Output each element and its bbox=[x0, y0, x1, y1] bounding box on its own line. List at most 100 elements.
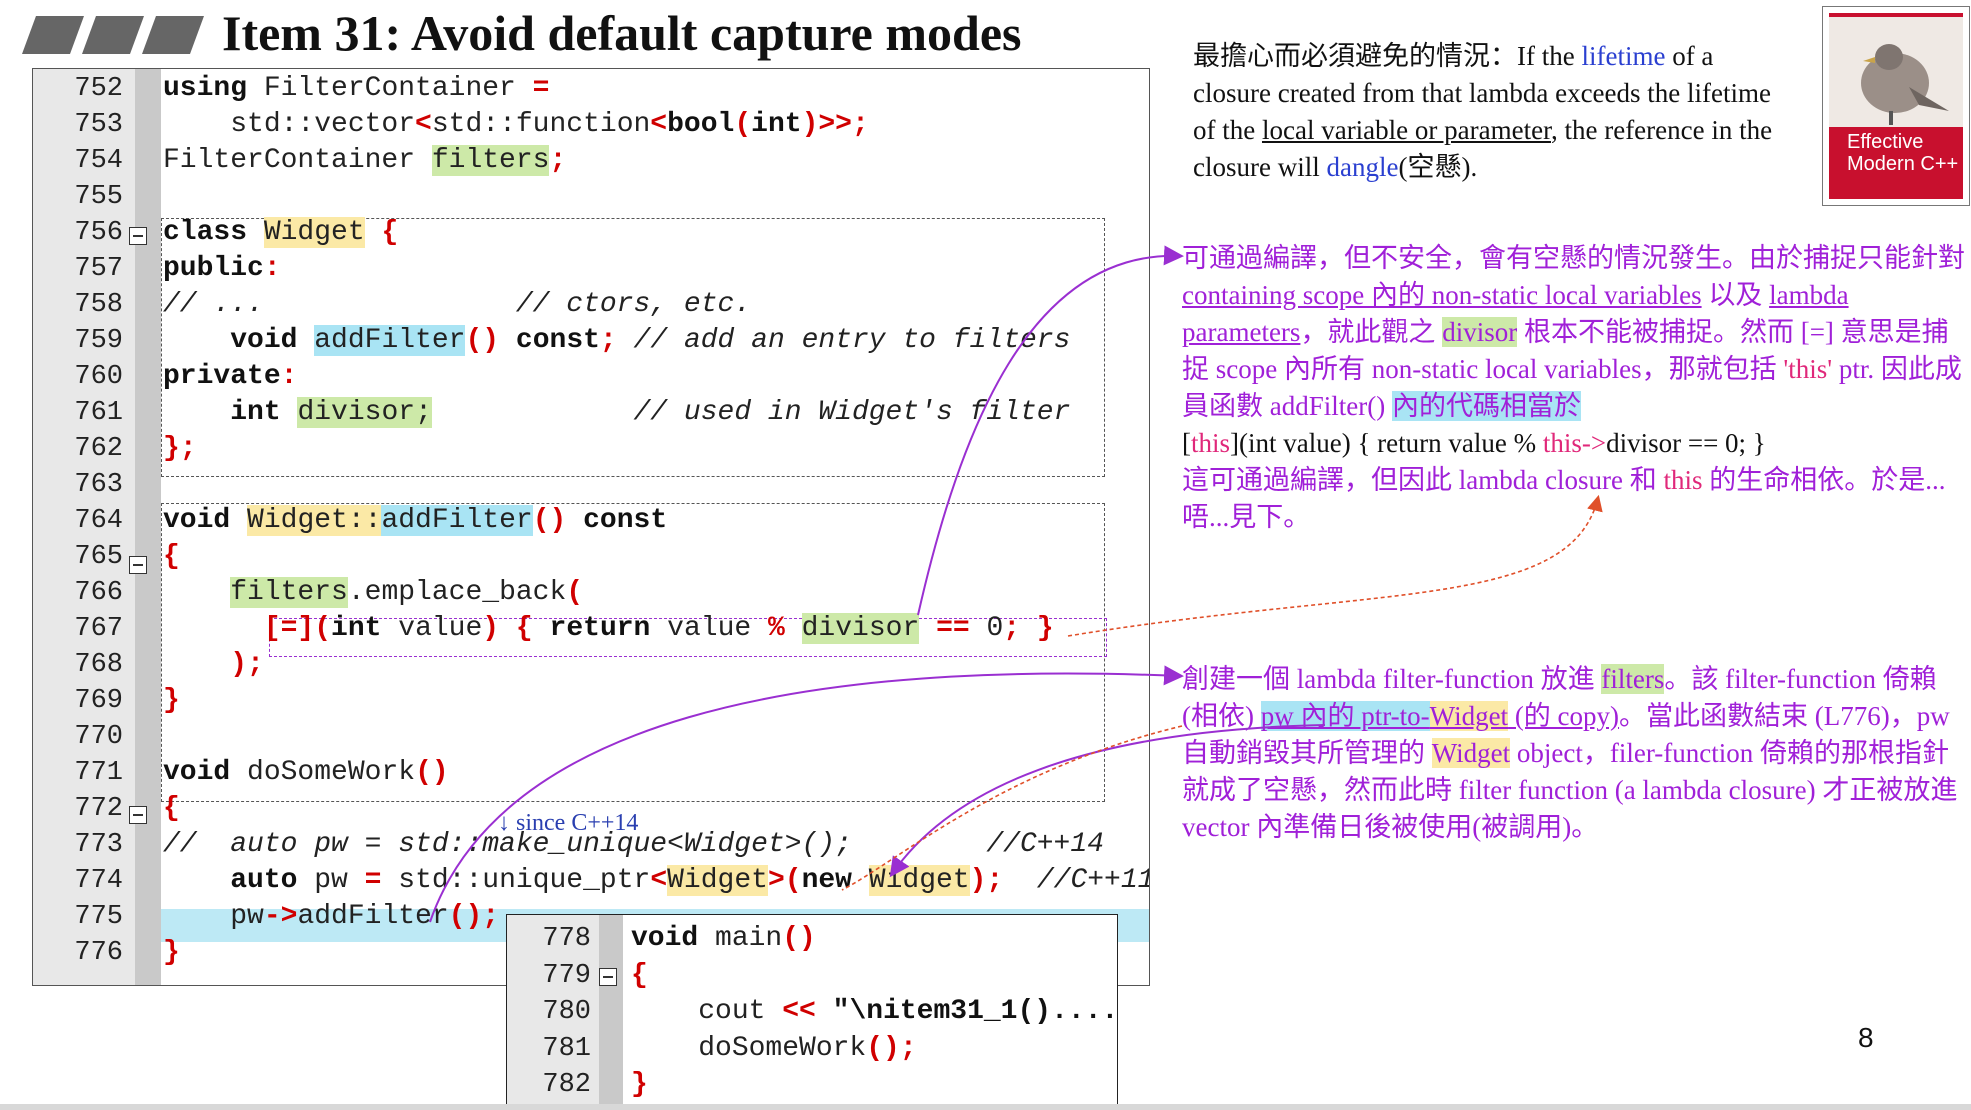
code-line: int divisor; // used in Widget's filter bbox=[163, 395, 1070, 431]
line-number: 753 bbox=[74, 110, 123, 140]
line-number: 781 bbox=[542, 1033, 591, 1064]
note1-this: 'this' bbox=[1783, 354, 1833, 384]
code-token: addFilter bbox=[314, 325, 466, 356]
code-token: public bbox=[163, 253, 264, 284]
book-title-line2: Modern C++ bbox=[1847, 153, 1959, 175]
code-token: bool bbox=[667, 109, 735, 140]
line-number: 761 bbox=[74, 398, 123, 428]
line-number: 773 bbox=[74, 830, 123, 860]
code-token: addFilter bbox=[297, 901, 449, 932]
note1-containing-scope: containing scope 內的 non-static local var… bbox=[1182, 280, 1702, 310]
note2-text-a: 創建一個 lambda filter-function 放進 bbox=[1182, 664, 1602, 694]
note2-filters: filters bbox=[1601, 664, 1665, 694]
bird-illustration bbox=[1829, 17, 1963, 127]
code-token: ; bbox=[599, 325, 617, 356]
line-number: 759 bbox=[74, 326, 123, 356]
note2-copy: (的 copy) bbox=[1508, 701, 1620, 731]
line-number: 752 bbox=[74, 74, 123, 104]
code-token: using bbox=[163, 73, 248, 104]
code-token: (); bbox=[866, 1032, 917, 1064]
code-token: } bbox=[631, 1069, 648, 1100]
note1-text-l: 這可通過編譯，但因此 lambda closure 和 bbox=[1182, 465, 1664, 495]
code-token: pw bbox=[163, 901, 264, 932]
line-number: 763 bbox=[74, 470, 123, 500]
note1-text-a: 可通過編譯，但不安全，會有空懸的情況發生。由於捕捉只能針對 bbox=[1182, 243, 1965, 273]
code-token: value bbox=[650, 613, 768, 644]
note1-divisor: divisor bbox=[1442, 317, 1518, 347]
note1-code-open: [ bbox=[1182, 428, 1191, 458]
intro-lifetime: lifetime bbox=[1581, 41, 1666, 71]
code-line: private: bbox=[163, 359, 297, 395]
code-token: //C++11 bbox=[1003, 865, 1150, 896]
code-token: )>>; bbox=[801, 109, 869, 140]
code-token: std::function bbox=[431, 109, 651, 140]
code-line: } bbox=[163, 683, 180, 719]
main-code-panel: 778 void main() 779 {780 cout << "\nitem31_… bbox=[506, 914, 1118, 1110]
code-token: } bbox=[1036, 613, 1054, 644]
code-line: void addFilter() const; // add an entry … bbox=[163, 323, 1070, 359]
line-number: 774 bbox=[74, 866, 123, 896]
code-token: int bbox=[751, 109, 802, 140]
slide-title: Item 31: Avoid default capture modes bbox=[222, 5, 1022, 61]
code-token: { bbox=[631, 959, 648, 991]
code-token: () bbox=[782, 923, 816, 954]
code-line: auto pw = std::unique_ptr<Widget>(new Wi… bbox=[163, 863, 1150, 899]
fold-toggle-756[interactable] bbox=[129, 227, 147, 245]
note1-this-2: this bbox=[1663, 465, 1703, 495]
code-token: () bbox=[532, 505, 567, 536]
code-line: // ... // ctors, etc. bbox=[163, 287, 751, 323]
fold-toggle-772[interactable] bbox=[129, 806, 147, 824]
book-title-line1: Effective bbox=[1847, 131, 1924, 153]
line-number: 780 bbox=[542, 997, 591, 1027]
code-line: public: bbox=[163, 251, 281, 287]
code-token: void bbox=[631, 923, 699, 954]
code-token: value bbox=[381, 613, 483, 644]
line-number: 764 bbox=[74, 506, 123, 536]
main-fold-margin bbox=[599, 915, 623, 1109]
line-number: 776 bbox=[74, 938, 123, 968]
code-token: Widget bbox=[667, 865, 768, 896]
intro-dangle: dangle bbox=[1326, 152, 1399, 182]
line-number: 779 bbox=[542, 960, 591, 991]
fold-toggle-765[interactable] bbox=[129, 556, 147, 574]
code-line: { bbox=[631, 958, 648, 994]
code-editor-panel: 752 using FilterContainer = 753 std::vecto… bbox=[32, 68, 1150, 986]
code-token: ( bbox=[734, 109, 752, 140]
code-token: doSomeWork bbox=[230, 757, 416, 788]
code-line: using FilterContainer = bbox=[163, 71, 549, 107]
code-token: pw bbox=[297, 865, 365, 896]
line-number: 757 bbox=[74, 254, 123, 284]
code-token: : bbox=[263, 253, 281, 284]
line-number: 768 bbox=[74, 650, 123, 680]
note1-text-e: ，就此觀之 bbox=[1300, 317, 1443, 347]
fold-toggle-779[interactable] bbox=[599, 968, 617, 986]
intro-paragraph: 最擔心而必須避免的情況：If the lifetime of a closure… bbox=[1193, 38, 1773, 186]
code-token: () bbox=[465, 325, 500, 356]
code-token: private bbox=[163, 361, 281, 392]
code-token: int bbox=[331, 613, 382, 644]
line-number: 771 bbox=[74, 758, 123, 788]
code-token: filters bbox=[230, 577, 348, 608]
code-token: void bbox=[230, 325, 298, 356]
note1-code-body: ](int value) { return value % bbox=[1230, 428, 1543, 458]
code-line: { bbox=[163, 791, 180, 827]
code-line: doSomeWork(); bbox=[631, 1031, 917, 1067]
code-line: { bbox=[163, 539, 180, 575]
title-decoration bbox=[22, 16, 212, 61]
intro-text-4: (空懸). bbox=[1398, 152, 1478, 182]
code-token: .emplace_back bbox=[347, 577, 567, 608]
code-token: } bbox=[163, 685, 180, 716]
code-token: ; bbox=[1003, 613, 1021, 644]
code-token: "\nitem31_1().... bbox=[832, 996, 1118, 1027]
